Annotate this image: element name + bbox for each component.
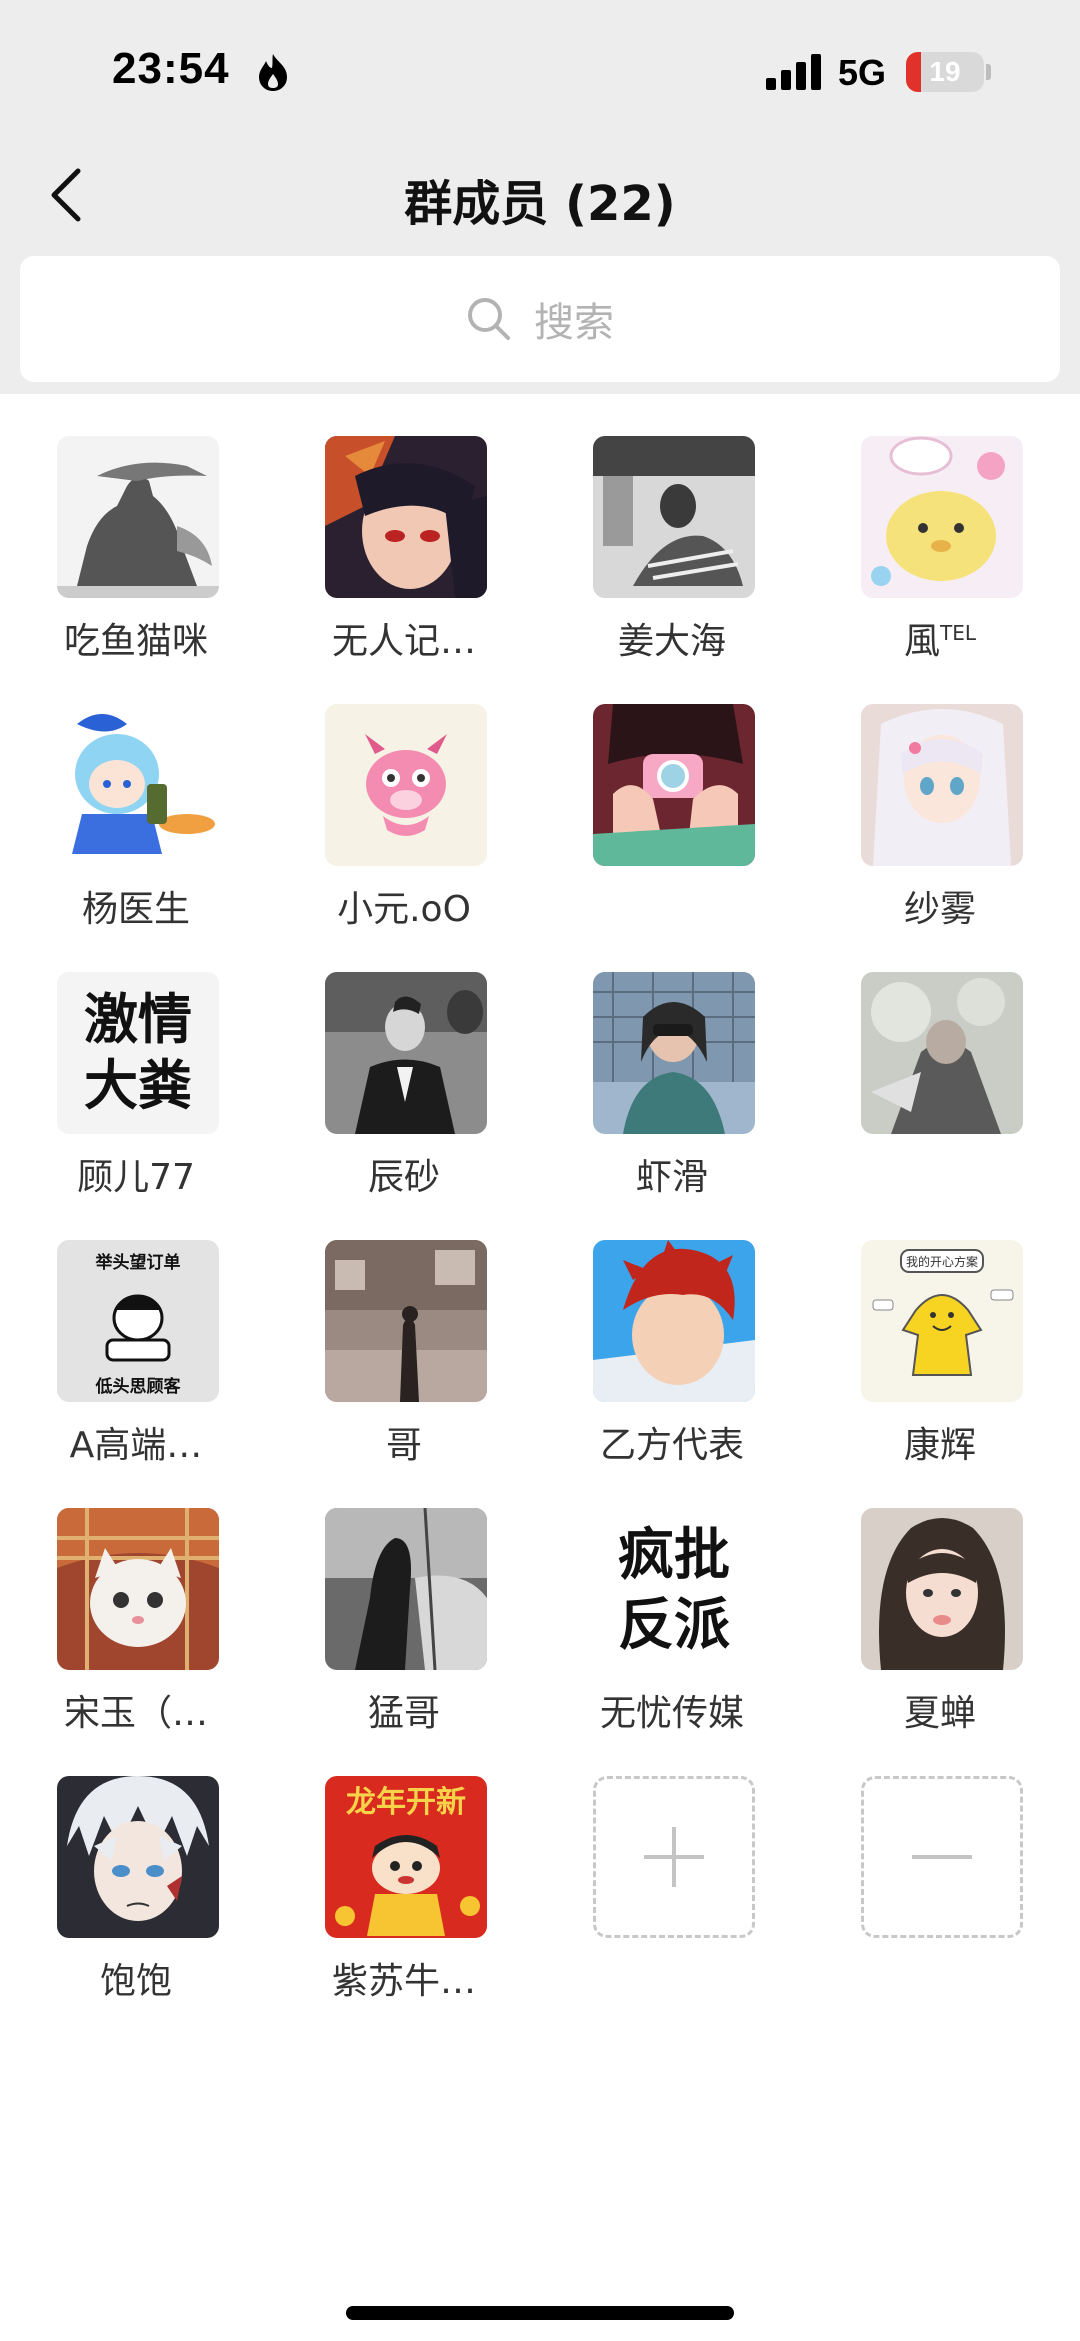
- avatar: [593, 972, 755, 1134]
- avatar: [325, 1508, 487, 1670]
- member-name: 杨医生: [81, 889, 190, 930]
- remove-member-tile[interactable]: [861, 1776, 1023, 1938]
- member-name: 吃鱼猫咪: [63, 621, 208, 662]
- member-item[interactable]: 猛哥: [270, 1466, 538, 1734]
- remove-member-button[interactable]: [806, 1734, 1074, 2002]
- status-time: 23:54: [112, 44, 230, 93]
- avatar-text: 疯批: [618, 1523, 730, 1588]
- avatar-text: 大粪: [84, 1054, 192, 1117]
- flame-icon: [259, 54, 287, 91]
- member-item[interactable]: 纱雾: [806, 662, 1074, 930]
- page-title: 群成员 (22): [404, 176, 676, 232]
- status-bar: 23:54 5G 19: [0, 0, 1080, 140]
- member-item[interactable]: 龙年开新 紫苏牛…: [270, 1734, 538, 2002]
- avatar: [57, 1508, 219, 1670]
- member-item[interactable]: 風TEL: [806, 394, 1074, 662]
- avatar: [325, 704, 487, 866]
- member-item[interactable]: 小元.oO: [270, 662, 538, 930]
- header-area: 23:54 5G 19 群成员 (22) 搜索: [0, 0, 1080, 394]
- avatar: 激情 大粪: [57, 972, 219, 1134]
- avatar: [593, 436, 755, 598]
- minus-icon: [912, 1855, 972, 1859]
- member-item[interactable]: 激情 大粪 顾儿77: [2, 930, 270, 1198]
- avatar: [861, 436, 1023, 598]
- member-item[interactable]: 举头望订单 低头思顾客 A高端…: [2, 1198, 270, 1466]
- member-name: 哥: [385, 1425, 422, 1466]
- avatar: [325, 436, 487, 598]
- avatar-text: 举头望订单: [95, 1252, 181, 1273]
- avatar-text: 我的开心方案: [906, 1254, 978, 1269]
- avatar: [325, 1240, 487, 1402]
- battery-cap: [986, 64, 991, 80]
- member-item[interactable]: [806, 930, 1074, 1198]
- battery-level: 19: [929, 56, 961, 87]
- member-item[interactable]: 杨医生: [2, 662, 270, 930]
- member-name: 小元.oO: [337, 889, 471, 930]
- member-item[interactable]: 哥: [270, 1198, 538, 1466]
- search-placeholder: 搜索: [534, 300, 614, 346]
- search-input[interactable]: 搜索: [20, 256, 1060, 382]
- member-name: 猛哥: [367, 1693, 440, 1734]
- member-item[interactable]: 宋玉（…: [2, 1466, 270, 1734]
- member-name: 辰砂: [367, 1157, 440, 1198]
- member-name: 纱雾: [903, 889, 976, 930]
- avatar: [57, 1776, 219, 1938]
- avatar-text: 激情: [84, 988, 192, 1051]
- add-member-button[interactable]: [538, 1734, 806, 2002]
- avatar: 举头望订单 低头思顾客: [57, 1240, 219, 1402]
- avatar: 我的开心方案: [861, 1240, 1023, 1402]
- member-item[interactable]: 辰砂: [270, 930, 538, 1198]
- avatar: [57, 704, 219, 866]
- network-type: 5G: [838, 52, 887, 93]
- member-name: A高端…: [69, 1425, 203, 1466]
- member-name: 夏蝉: [903, 1693, 976, 1734]
- member-name: 虾滑: [635, 1157, 708, 1198]
- avatar: 龙年开新: [325, 1776, 487, 1938]
- avatar: [861, 704, 1023, 866]
- member-item[interactable]: 乙方代表: [538, 1198, 806, 1466]
- avatar-text: 龙年开新: [346, 1785, 466, 1820]
- member-item[interactable]: 姜大海: [538, 394, 806, 662]
- member-item[interactable]: 疯批 反派 无忧传媒: [538, 1466, 806, 1734]
- avatar: [325, 972, 487, 1134]
- member-item[interactable]: 无人记…: [270, 394, 538, 662]
- avatar: [593, 1240, 755, 1402]
- member-name: 饱饱: [99, 1961, 172, 2002]
- signal-icon: [766, 54, 821, 90]
- avatar: [593, 704, 755, 866]
- plus-icon: [644, 1827, 704, 1887]
- member-name: 康辉: [903, 1425, 976, 1466]
- member-item[interactable]: 我的开心方案 康辉: [806, 1198, 1074, 1466]
- member-name: 姜大海: [617, 621, 726, 662]
- member-name: 顾儿77: [77, 1157, 195, 1198]
- avatar: [57, 436, 219, 598]
- member-name: 无忧传媒: [599, 1693, 744, 1734]
- member-item[interactable]: 饱饱: [2, 1734, 270, 2002]
- search-icon: [468, 298, 510, 340]
- member-name: 宋玉（…: [63, 1693, 208, 1734]
- home-indicator: [346, 2306, 734, 2320]
- member-item[interactable]: 夏蝉: [806, 1466, 1074, 1734]
- member-name: 紫苏牛…: [331, 1961, 476, 2002]
- member-item[interactable]: [538, 662, 806, 930]
- nav-bar: 群成员 (22): [0, 140, 1080, 250]
- avatar-text: 低头思顾客: [95, 1376, 182, 1397]
- member-item[interactable]: 虾滑: [538, 930, 806, 1198]
- member-name: 風TEL: [903, 621, 976, 662]
- member-name: 无人记…: [331, 621, 476, 662]
- avatar-text: 反派: [618, 1593, 730, 1658]
- avatar: [861, 972, 1023, 1134]
- battery-indicator: 19: [906, 52, 984, 92]
- member-item[interactable]: 吃鱼猫咪: [2, 394, 270, 662]
- member-name: 乙方代表: [599, 1425, 744, 1466]
- name-suffix: TEL: [940, 621, 976, 645]
- avatar: 疯批 反派: [593, 1508, 755, 1670]
- add-member-tile[interactable]: [593, 1776, 755, 1938]
- avatar: [861, 1508, 1023, 1670]
